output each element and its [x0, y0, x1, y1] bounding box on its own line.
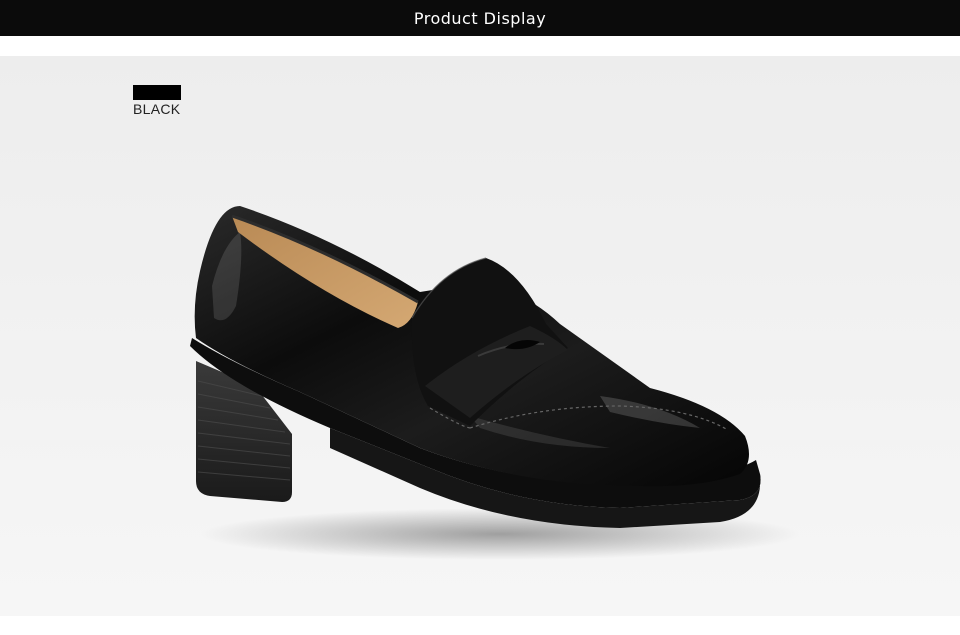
bottom-strip [0, 616, 960, 635]
loafer-shoe-icon [190, 206, 800, 560]
header-bar: Product Display [0, 0, 960, 36]
product-photo: BLACK [0, 56, 960, 616]
header-title: Product Display [413, 8, 547, 28]
